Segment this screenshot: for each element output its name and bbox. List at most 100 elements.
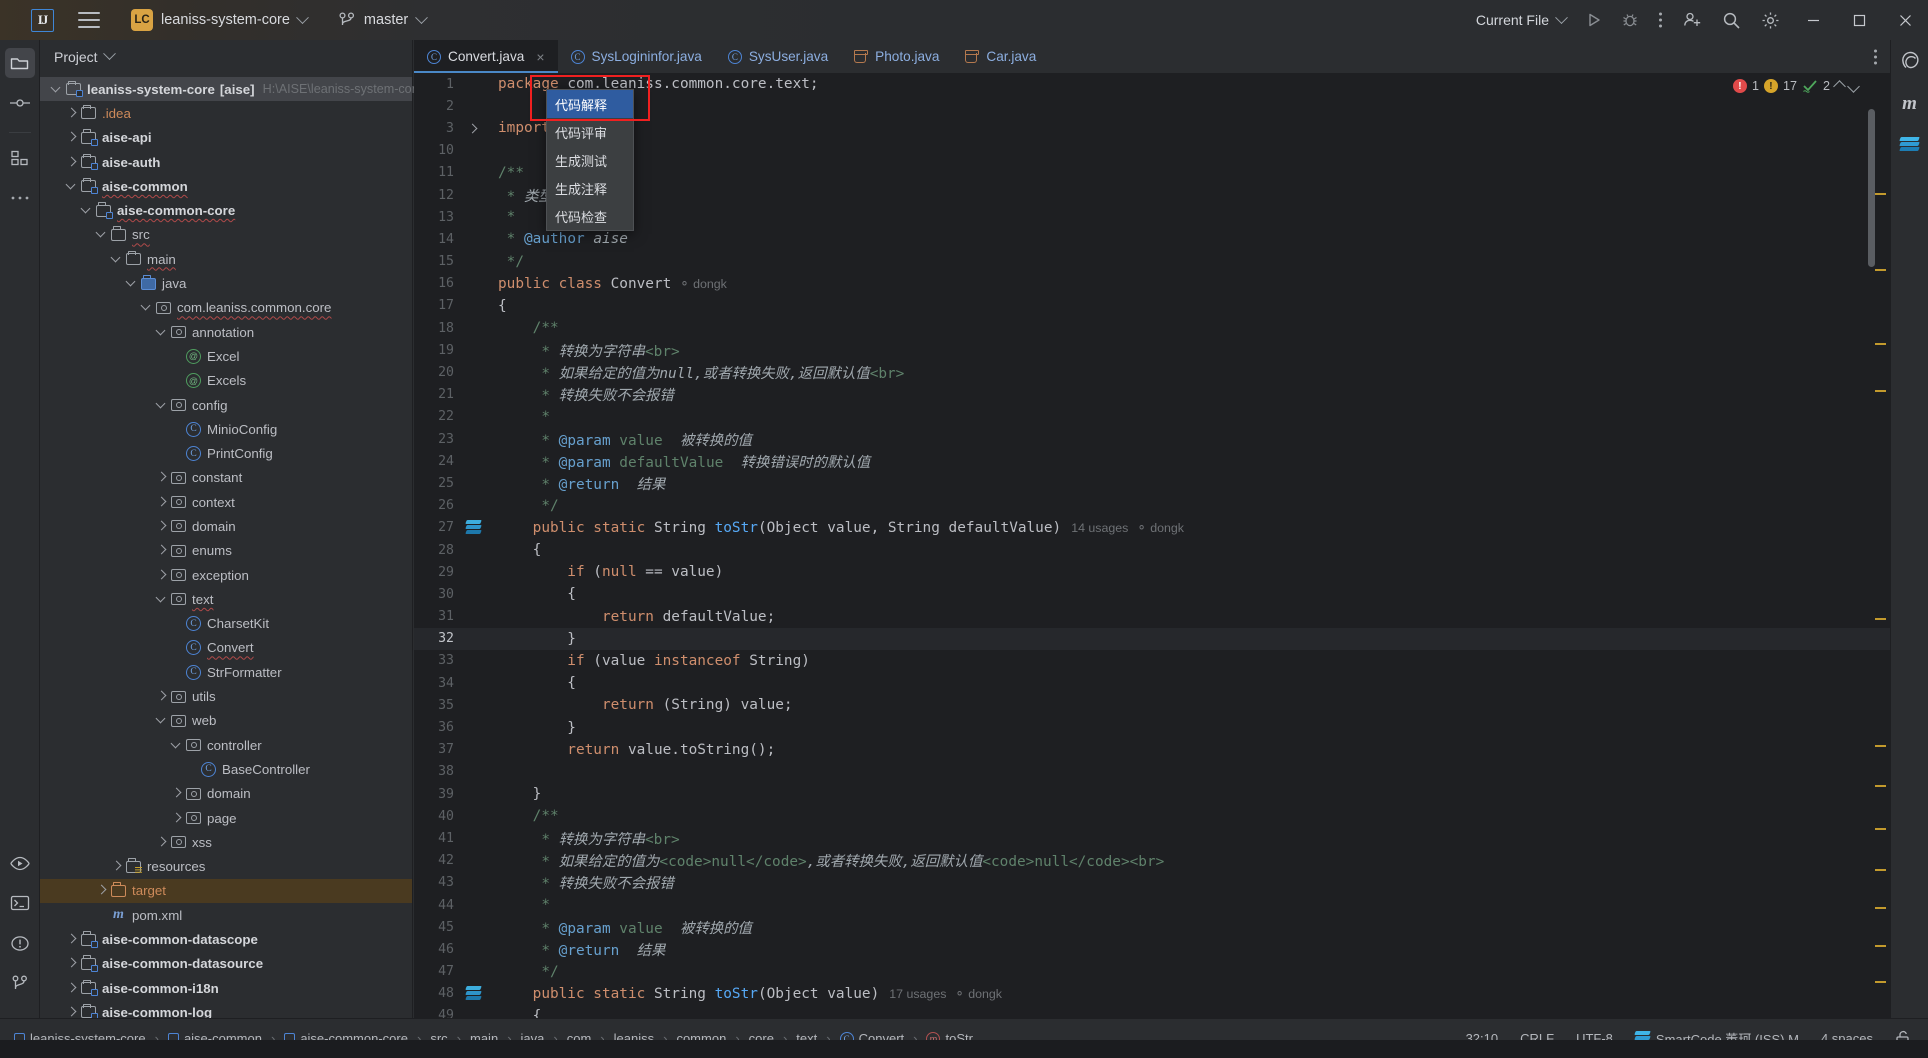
editor-tab-photo-java[interactable]: Photo.java	[841, 40, 952, 73]
editor-tab-car-java[interactable]: Car.java	[952, 40, 1049, 73]
chevron-right-icon[interactable]	[155, 519, 170, 534]
chevron-right-icon[interactable]	[155, 543, 170, 558]
editor-tab-syslogininfor-java[interactable]: C SysLogininfor.java	[558, 40, 715, 73]
tree-item-convert[interactable]: C Convert	[40, 636, 412, 660]
sidebar-item-terminal[interactable]	[5, 888, 35, 918]
chevron-down-icon[interactable]	[110, 252, 125, 267]
tree-item-annotation[interactable]: annotation	[40, 320, 412, 344]
ai-context-menu[interactable]: 代码解释 代码评审 生成测试 生成注释 代码检查	[546, 89, 634, 231]
sidebar-item-run[interactable]	[5, 848, 35, 878]
settings-button[interactable]	[1751, 0, 1790, 40]
warning-marker[interactable]	[1875, 981, 1886, 983]
tree-item-aise-common-core[interactable]: aise-common-core	[40, 198, 412, 222]
git-branch-selector[interactable]: master	[339, 10, 429, 29]
tree-item-charsetkit[interactable]: C CharsetKit	[40, 612, 412, 636]
add-collaborator-button[interactable]	[1673, 0, 1712, 40]
tree-item-constant[interactable]: constant	[40, 466, 412, 490]
chevron-right-icon[interactable]	[155, 689, 170, 704]
warning-marker[interactable]	[1875, 193, 1886, 195]
tree-item-resources[interactable]: resources	[40, 855, 412, 879]
warning-marker[interactable]	[1875, 269, 1886, 271]
chevron-right-icon[interactable]	[170, 811, 185, 826]
inspection-status-widget[interactable]: ! 1 ! 17 2	[1732, 79, 1860, 93]
sidebar-item-smartcode[interactable]	[1896, 132, 1924, 160]
chevron-right-icon[interactable]	[65, 981, 80, 996]
main-menu-hamburger-icon[interactable]	[78, 12, 100, 28]
project-selector[interactable]: LC leaniss-system-core	[125, 6, 313, 34]
usage-count-inlay[interactable]: 17 usages	[889, 987, 946, 1001]
tree-item-domain[interactable]: domain	[40, 514, 412, 538]
warning-marker[interactable]	[1875, 390, 1886, 392]
chevron-right-icon[interactable]	[65, 130, 80, 145]
run-configuration-selector[interactable]: Current File	[1466, 0, 1576, 40]
tree-item-aise-api[interactable]: aise-api	[40, 126, 412, 150]
sidebar-item-structure[interactable]	[5, 143, 35, 173]
tree-item-strformatter[interactable]: C StrFormatter	[40, 660, 412, 684]
tree-item-exception[interactable]: exception	[40, 563, 412, 587]
more-actions-button[interactable]	[1648, 0, 1673, 40]
warning-marker[interactable]	[1875, 828, 1886, 830]
chevron-right-icon[interactable]	[155, 568, 170, 583]
context-menu-item-生成注释[interactable]: 生成注释	[547, 174, 633, 202]
sidebar-item-version-control[interactable]	[5, 968, 35, 998]
editor-tab-convert-java[interactable]: C Convert.java ×	[414, 40, 558, 73]
chevron-down-icon[interactable]	[102, 47, 116, 61]
warning-marker[interactable]	[1875, 945, 1886, 947]
chevron-down-icon[interactable]	[155, 398, 170, 413]
chevron-down-icon[interactable]	[155, 713, 170, 728]
tree-item-xss[interactable]: xss	[40, 830, 412, 854]
warning-marker[interactable]	[1875, 343, 1886, 345]
context-menu-item-代码检查[interactable]: 代码检查	[547, 202, 633, 230]
chevron-right-icon[interactable]	[65, 155, 80, 170]
chevron-down-icon[interactable]	[125, 276, 140, 291]
tree-item-aise-common-datascope[interactable]: aise-common-datascope	[40, 927, 412, 951]
debug-button[interactable]	[1612, 0, 1648, 40]
tree-item-java[interactable]: java	[40, 271, 412, 295]
chevron-down-icon[interactable]	[50, 82, 65, 97]
tree-item-pom-xml[interactable]: m pom.xml	[40, 903, 412, 927]
search-everywhere-button[interactable]	[1712, 0, 1751, 40]
tree-item-page[interactable]: page	[40, 806, 412, 830]
tree-item-src[interactable]: src	[40, 223, 412, 247]
tree-item-aise-common-i18n[interactable]: aise-common-i18n	[40, 976, 412, 1000]
more-tabs-icon[interactable]	[1873, 48, 1878, 66]
chevron-down-icon[interactable]	[95, 227, 110, 242]
tree-item-controller[interactable]: controller	[40, 733, 412, 757]
tree-item--idea[interactable]: .idea	[40, 101, 412, 125]
chevron-down-icon[interactable]	[155, 592, 170, 607]
maximize-window-button[interactable]	[1836, 0, 1882, 40]
sidebar-item-more[interactable]	[5, 183, 35, 213]
tree-item-minioconfig[interactable]: C MinioConfig	[40, 417, 412, 441]
tree-item-config[interactable]: config	[40, 393, 412, 417]
editor-tab-sysuser-java[interactable]: C SysUser.java	[715, 40, 841, 73]
tree-item-com-leaniss-common-core[interactable]: com.leaniss.common.core	[40, 296, 412, 320]
tree-item-leaniss-system-core[interactable]: leaniss-system-core [aise] H:\AISE\leaniss…	[40, 77, 416, 102]
chevron-right-icon[interactable]	[170, 786, 185, 801]
warning-marker[interactable]	[1875, 618, 1886, 620]
ai-assistant-gutter-icon[interactable]	[460, 520, 486, 535]
tree-item-main[interactable]: main	[40, 247, 412, 271]
tree-item-aise-common-datasource[interactable]: aise-common-datasource	[40, 952, 412, 976]
chevron-right-icon[interactable]	[95, 883, 110, 898]
warning-marker[interactable]	[1875, 907, 1886, 909]
tree-item-target[interactable]: target	[40, 878, 412, 904]
tree-item-aise-auth[interactable]: aise-auth	[40, 150, 412, 174]
chevron-down-icon[interactable]	[1847, 79, 1860, 93]
sidebar-item-problems[interactable]	[5, 928, 35, 958]
tree-item-enums[interactable]: enums	[40, 539, 412, 563]
chevron-up-icon[interactable]	[1833, 79, 1846, 93]
context-menu-item-代码解释[interactable]: 代码解释	[547, 90, 633, 118]
tree-item-domain[interactable]: domain	[40, 782, 412, 806]
chevron-down-icon[interactable]	[65, 179, 80, 194]
ai-assistant-gutter-icon[interactable]	[460, 986, 486, 1001]
tree-item-printconfig[interactable]: C PrintConfig	[40, 441, 412, 465]
code-editor[interactable]: ! 1 ! 17 2 1 package com.leaniss.common.c…	[414, 73, 1890, 1018]
close-tab-icon[interactable]: ×	[536, 49, 544, 65]
run-button[interactable]	[1576, 0, 1612, 40]
chevron-right-icon[interactable]	[65, 932, 80, 947]
tree-item-context[interactable]: context	[40, 490, 412, 514]
context-menu-item-生成测试[interactable]: 生成测试	[547, 146, 633, 174]
chevron-right-icon[interactable]	[65, 956, 80, 971]
code-author-inlay[interactable]: ⚬ dongk	[954, 987, 1002, 1001]
code-author-inlay[interactable]: ⚬ dongk	[679, 277, 727, 291]
